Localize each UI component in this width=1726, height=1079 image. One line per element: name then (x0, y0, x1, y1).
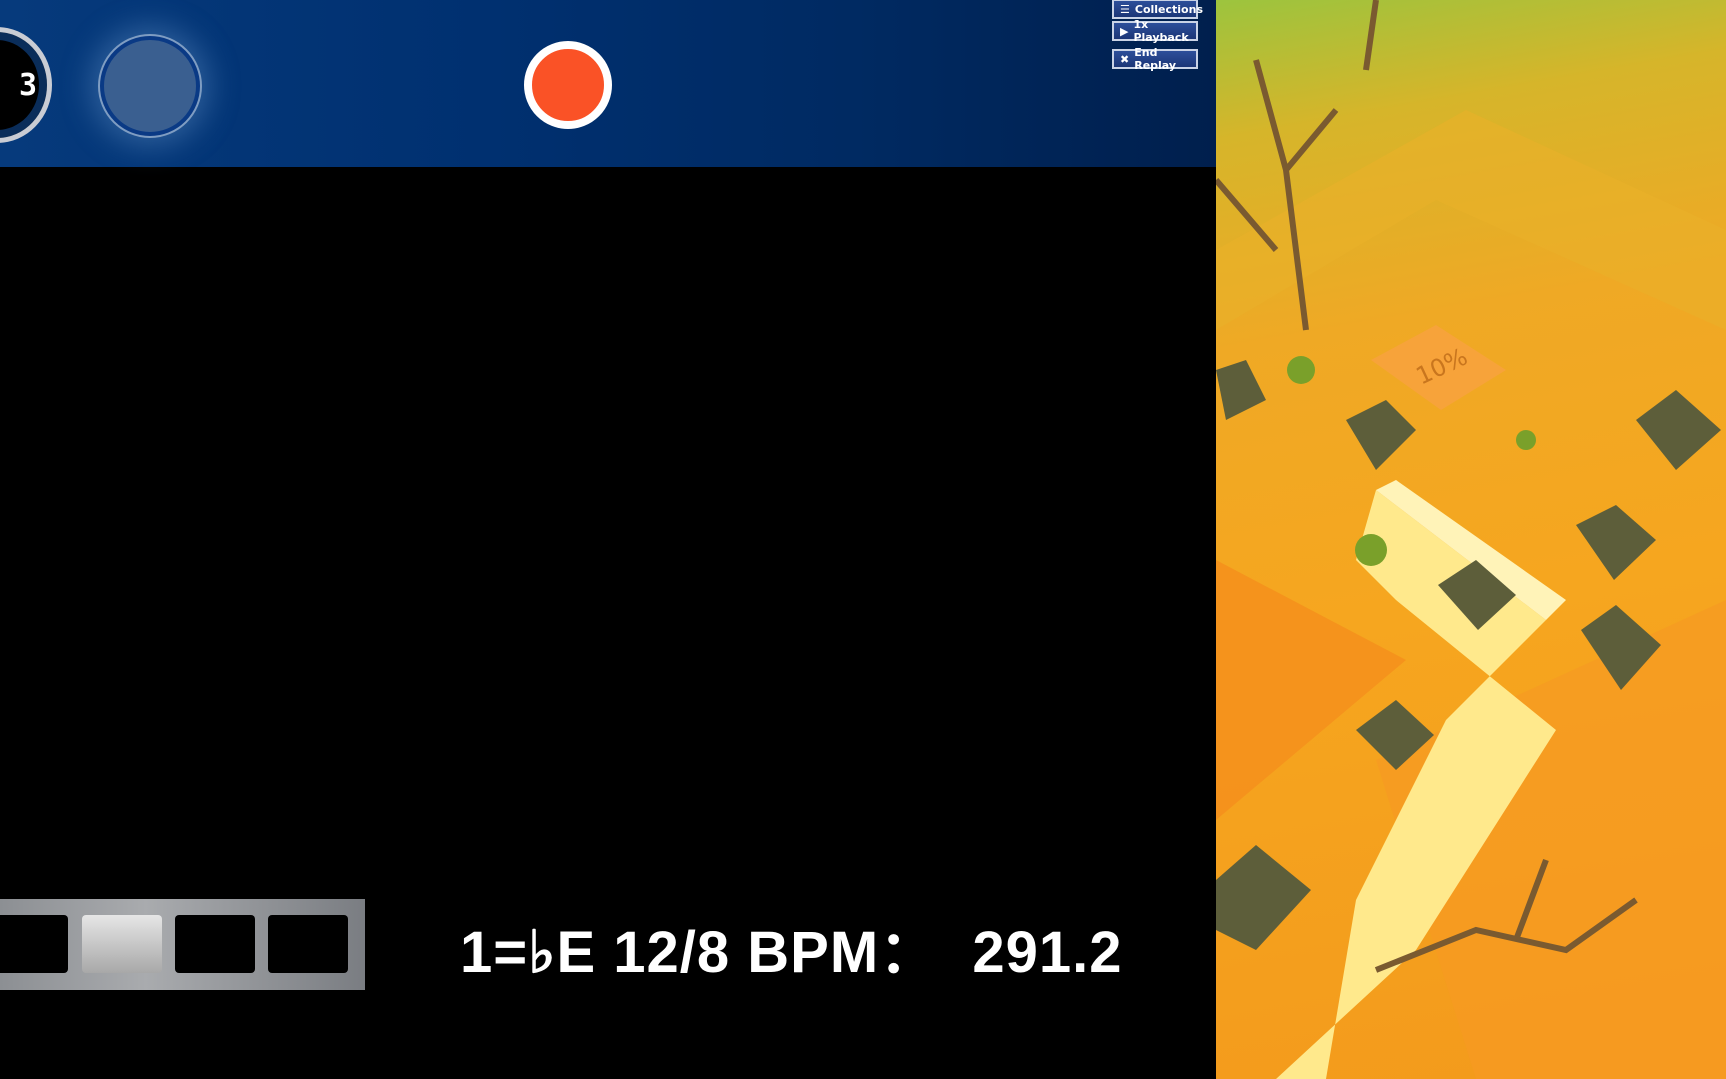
play-icon: ▶ (1120, 24, 1129, 38)
game-scene: 10% (1216, 0, 1726, 1079)
key-indicator-active (82, 915, 162, 973)
collections-button[interactable]: ☰ Collections (1112, 0, 1203, 19)
note-lane-bar: 3 (0, 0, 1216, 167)
game-playfield: 3 ☰ Collections ▶ 1x Playback ✖ End Replay … (0, 0, 1216, 1079)
song-info-text: 1=♭E 12/8 BPM： 291.2 (460, 920, 1123, 985)
key-indicator-panel (0, 899, 365, 990)
lane-receptor (100, 36, 200, 136)
end-replay-button[interactable]: ✖ End Replay (1112, 46, 1198, 72)
close-icon: ✖ (1120, 52, 1130, 66)
key-indicator (0, 915, 68, 973)
hit-note (524, 41, 612, 129)
list-icon: ☰ (1120, 2, 1130, 16)
key-indicator (175, 915, 255, 973)
lane-receptor-left: 3 (0, 27, 52, 143)
key-indicator (268, 915, 348, 973)
scene-artwork: 10% (1216, 0, 1726, 1079)
playback-speed-button[interactable]: ▶ 1x Playback (1112, 18, 1198, 44)
receptor-label: 3 (18, 68, 37, 103)
